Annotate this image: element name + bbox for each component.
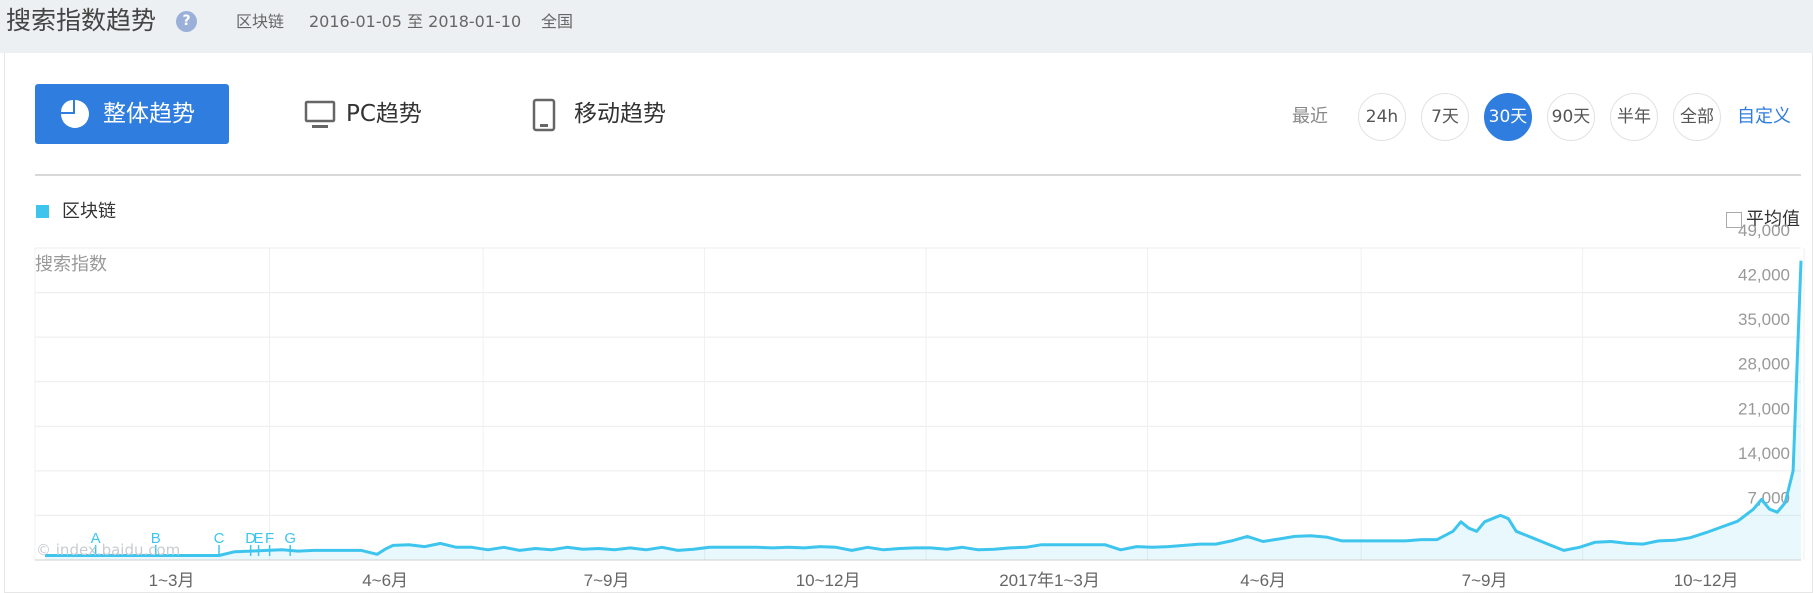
y-tick-label: 14,000: [1738, 444, 1790, 463]
annotation-label: E: [254, 530, 264, 547]
trend-chart: 7,00014,00021,00028,00035,00042,00049,00…: [34, 221, 1805, 590]
x-tick-label: 7~9月: [584, 571, 630, 590]
y-tick-label: 42,000: [1738, 266, 1790, 285]
x-tick-label: 4~6月: [362, 571, 408, 590]
x-tick-label: 10~12月: [1674, 571, 1739, 590]
y-tick-label: 49,000: [1738, 221, 1790, 240]
x-tick-label: 4~6月: [1240, 571, 1286, 590]
y-tick-label: 35,000: [1738, 310, 1790, 329]
y-tick-label: 21,000: [1738, 399, 1790, 418]
annotation-label: C: [214, 530, 225, 547]
series-line: [45, 260, 1803, 557]
y-tick-label: 28,000: [1738, 355, 1790, 374]
annotation-label: G: [284, 530, 296, 547]
x-tick-label: 7~9月: [1462, 571, 1508, 590]
annotation-label: F: [265, 530, 274, 547]
x-tick-label: 2017年1~3月: [999, 571, 1100, 590]
x-tick-label: 1~3月: [149, 571, 195, 590]
x-tick-label: 10~12月: [796, 571, 861, 590]
watermark: © index.baidu.com: [36, 541, 181, 559]
